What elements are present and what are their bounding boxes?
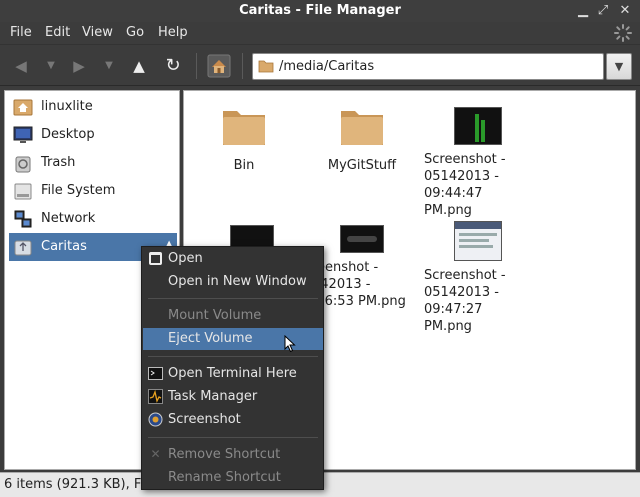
- menu-separator: [148, 298, 318, 299]
- sidebar-item-trash[interactable]: Trash: [9, 149, 177, 177]
- menu-item-label: Screenshot: [168, 412, 241, 427]
- location-path: /media/Caritas: [279, 59, 375, 74]
- sidebar-item-label: File System: [41, 183, 116, 198]
- home-icon[interactable]: [207, 54, 231, 78]
- toolbar-separator: [242, 53, 243, 79]
- image-thumbnail: [340, 225, 384, 253]
- menu-separator: [148, 356, 318, 357]
- desktop-icon: [13, 126, 33, 143]
- menu-item-task-manager[interactable]: Task Manager: [143, 386, 323, 408]
- sidebar-item-label: Desktop: [41, 127, 95, 142]
- sidebar-item-linuxlite[interactable]: linuxlite: [9, 93, 177, 121]
- forward-history-chevron-down-icon[interactable]: ▼: [98, 55, 120, 77]
- menu-go[interactable]: Go: [126, 25, 144, 40]
- menu-file[interactable]: File: [10, 25, 32, 40]
- maximize-icon[interactable]: ⤢: [594, 2, 612, 20]
- window-title: Caritas - File Manager: [239, 3, 401, 18]
- file-name: Screenshot - 05142013 - 09:44:47 PM.png: [424, 152, 506, 218]
- remove-icon: ✕: [150, 447, 161, 461]
- busy-spinner-icon: [614, 24, 632, 42]
- back-arrow-icon[interactable]: ◀: [10, 55, 32, 77]
- file-name: MyGitStuff: [327, 158, 397, 173]
- file-name: Screenshot - 05142013 - 09:47:27 PM.png: [424, 268, 506, 334]
- menu-item-label: Remove Shortcut: [168, 447, 281, 462]
- menu-separator: [148, 437, 318, 438]
- sidebar-item-label: Caritas: [41, 239, 87, 254]
- task-manager-icon: [148, 389, 163, 404]
- menu-item-label: Task Manager: [168, 389, 258, 404]
- menu-item-open-terminal-here[interactable]: Open Terminal Here: [143, 363, 323, 385]
- menu-item-open-new-window[interactable]: Open in New Window: [143, 271, 323, 293]
- file-item-bin[interactable]: Bin: [184, 105, 304, 174]
- menu-item-mount-volume: Mount Volume: [143, 305, 323, 327]
- menu-item-rename-shortcut: Rename Shortcut: [143, 467, 323, 489]
- folder-icon: [258, 60, 274, 73]
- status-text: 6 items (921.3 KB), Fr: [4, 477, 146, 492]
- close-icon[interactable]: ✕: [616, 2, 634, 20]
- menu-item-label: Rename Shortcut: [168, 470, 281, 485]
- back-history-chevron-down-icon[interactable]: ▼: [40, 55, 62, 77]
- menu-help[interactable]: Help: [158, 25, 188, 40]
- sidebar-item-label: Network: [41, 211, 96, 226]
- image-thumbnail: [454, 107, 502, 145]
- image-thumbnail: [454, 221, 502, 261]
- file-item-screenshot-094653[interactable]: reenshot - 142013 - :46:53 PM.png: [312, 225, 432, 310]
- title-bar: Caritas - File Manager ▁ ⤢ ✕: [0, 0, 640, 22]
- file-item-screenshot-094447[interactable]: Screenshot - 05142013 - 09:44:47 PM.png: [424, 107, 520, 219]
- usb-drive-icon: [14, 240, 32, 256]
- sidebar-item-label: linuxlite: [41, 99, 93, 114]
- up-arrow-icon[interactable]: ▲: [128, 55, 150, 77]
- sidebar-item-desktop[interactable]: Desktop: [9, 121, 177, 149]
- menu-item-label: Open: [168, 251, 203, 266]
- location-bar[interactable]: /media/Caritas: [252, 53, 604, 80]
- menu-item-screenshot[interactable]: Screenshot: [143, 409, 323, 431]
- menu-edit[interactable]: Edit: [45, 25, 70, 40]
- menu-item-label: Mount Volume: [168, 308, 262, 323]
- open-icon: [149, 252, 162, 265]
- menu-view[interactable]: View: [82, 25, 113, 40]
- mouse-pointer-icon: [284, 335, 296, 353]
- menu-item-remove-shortcut: ✕ Remove Shortcut: [143, 444, 323, 466]
- menu-item-label: Eject Volume: [168, 331, 253, 346]
- context-menu: Open Open in New Window Mount Volume Eje…: [141, 246, 324, 490]
- menu-item-open[interactable]: Open: [143, 248, 323, 270]
- drive-icon: [14, 183, 32, 200]
- file-item-mygitstuff[interactable]: MyGitStuff: [302, 105, 422, 174]
- screenshot-icon: [148, 412, 163, 427]
- folder-icon: [341, 111, 383, 145]
- reload-icon[interactable]: ↻: [162, 55, 184, 77]
- menu-item-label: Open Terminal Here: [168, 366, 297, 381]
- file-name: reenshot - 142013 - :46:53 PM.png: [312, 260, 406, 309]
- toolbar-separator: [196, 53, 197, 79]
- file-item-screenshot-094727[interactable]: Screenshot - 05142013 - 09:47:27 PM.png: [424, 221, 520, 335]
- menu-bar: File Edit View Go Help: [0, 22, 640, 44]
- forward-arrow-icon[interactable]: ▶: [68, 55, 90, 77]
- folder-icon: [223, 111, 265, 145]
- trash-icon: [15, 156, 31, 173]
- terminal-icon: [148, 367, 163, 380]
- home-folder-icon: [13, 99, 33, 116]
- sidebar-item-file-system[interactable]: File System: [9, 177, 177, 205]
- sidebar-item-label: Trash: [41, 155, 76, 170]
- minimize-icon[interactable]: ▁: [574, 2, 592, 20]
- menu-item-label: Open in New Window: [168, 274, 307, 289]
- sidebar-item-network[interactable]: Network: [9, 205, 177, 233]
- toolbar: ◀ ▼ ▶ ▼ ▲ ↻ /media/Caritas ▼: [0, 44, 640, 86]
- location-dropdown-button[interactable]: ▼: [606, 53, 632, 80]
- file-name: Bin: [233, 158, 255, 173]
- network-icon: [14, 210, 32, 228]
